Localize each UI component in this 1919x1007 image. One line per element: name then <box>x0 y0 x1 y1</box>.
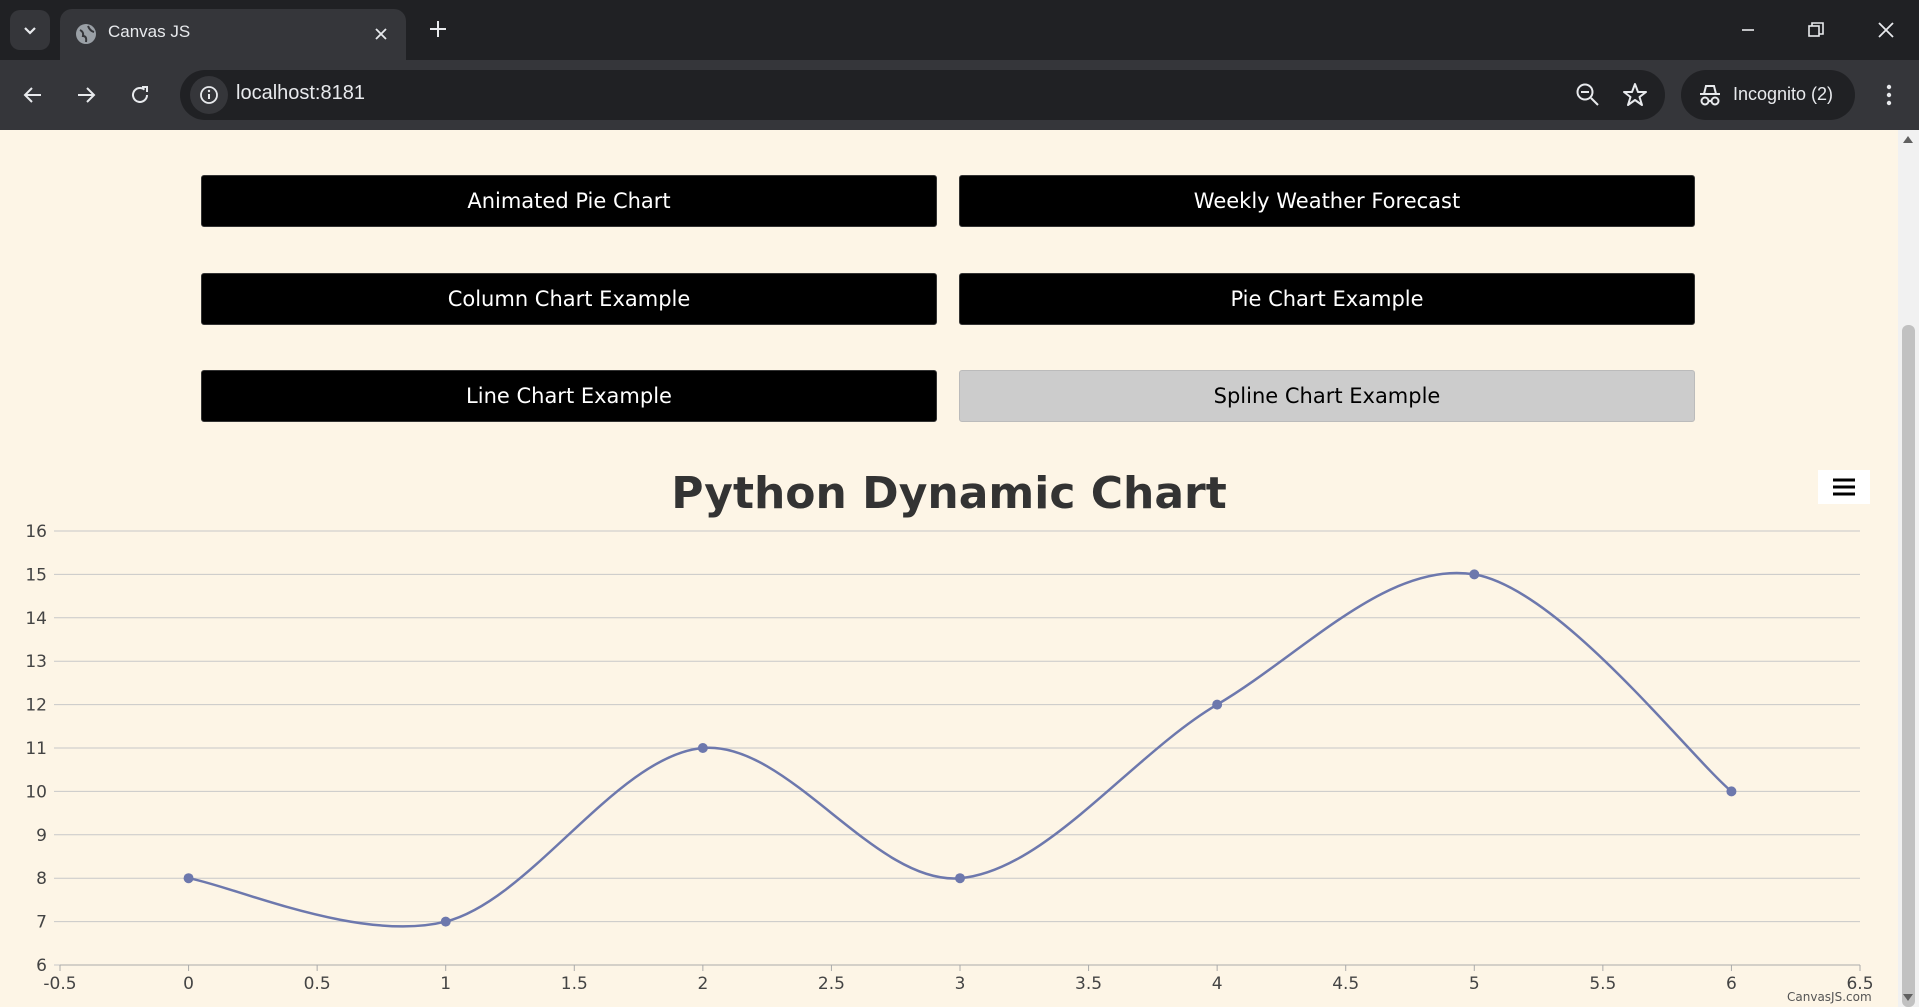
address-bar[interactable]: localhost:8181 <box>180 70 1665 120</box>
data-point <box>183 873 194 884</box>
tab-close-button[interactable] <box>370 23 392 45</box>
chevron-down-icon <box>24 27 36 35</box>
x-tick-label: 1 <box>440 974 451 994</box>
close-icon <box>1878 22 1894 38</box>
incognito-label: Incognito (2) <box>1733 84 1834 104</box>
arrow-right-icon <box>78 87 96 103</box>
page-scrollbar[interactable] <box>1898 130 1919 1007</box>
tab-search-button[interactable] <box>10 10 50 50</box>
x-tick-label: 4.5 <box>1332 974 1359 994</box>
minimize-icon <box>1742 29 1754 31</box>
y-tick-label: 10 <box>25 782 47 802</box>
restore-button[interactable] <box>1790 10 1842 50</box>
y-tick-label: 7 <box>36 913 47 933</box>
x-tick-label: 0.5 <box>304 974 331 994</box>
data-point <box>440 916 451 927</box>
forward-button[interactable] <box>67 76 105 114</box>
minimize-button[interactable] <box>1722 10 1774 50</box>
incognito-indicator[interactable]: Incognito (2) <box>1681 70 1855 120</box>
tab-title: Canvas JS <box>108 22 191 41</box>
canvasjs-credit[interactable]: CanvasJS.com <box>1787 990 1872 1004</box>
browser-toolbar: localhost:8181 Incognito (2) <box>0 60 1919 130</box>
data-point <box>697 743 708 753</box>
globe-icon <box>76 24 96 44</box>
close-window-button[interactable] <box>1860 10 1912 50</box>
x-tick-label: 3.5 <box>1075 974 1102 994</box>
browser-tab[interactable]: Canvas JS <box>60 9 406 60</box>
y-tick-label: 9 <box>36 826 47 846</box>
x-tick-label: 5.5 <box>1589 974 1616 994</box>
info-icon <box>200 86 218 104</box>
plus-icon <box>430 21 446 37</box>
y-tick-label: 13 <box>25 652 47 672</box>
scroll-down-arrow-icon[interactable] <box>1903 994 1913 1001</box>
y-tick-label: 8 <box>36 869 47 889</box>
data-point <box>955 873 965 884</box>
site-info-button[interactable] <box>190 76 228 114</box>
reload-icon <box>132 86 148 103</box>
arrow-left-icon <box>23 87 41 103</box>
more-vertical-icon <box>1886 84 1892 106</box>
browser-menu-button[interactable] <box>1872 78 1906 112</box>
x-tick-label: -0.5 <box>43 974 76 994</box>
star-icon[interactable] <box>1621 81 1649 109</box>
x-tick-label: 3 <box>955 974 966 994</box>
tab-strip: Canvas JS <box>0 0 1919 60</box>
back-button[interactable] <box>14 76 52 114</box>
x-tick-label: 4 <box>1212 974 1223 994</box>
y-tick-label: 12 <box>25 696 47 716</box>
x-tick-label: 5 <box>1469 974 1480 994</box>
restore-icon <box>1808 22 1824 37</box>
y-tick-label: 15 <box>25 565 47 585</box>
reload-button[interactable] <box>121 76 159 114</box>
x-tick-label: 6 <box>1726 974 1737 994</box>
url-text[interactable]: localhost:8181 <box>236 82 365 105</box>
data-point <box>1469 569 1480 580</box>
incognito-icon <box>1700 85 1720 106</box>
y-tick-label: 11 <box>25 739 47 759</box>
y-tick-label: 16 <box>25 522 47 542</box>
x-tick-label: 2.5 <box>818 974 845 994</box>
y-tick-label: 14 <box>25 609 47 629</box>
zoom-out-icon[interactable] <box>1575 82 1601 108</box>
scroll-thumb[interactable] <box>1902 325 1915 1007</box>
x-tick-label: 0 <box>183 974 194 994</box>
y-tick-label: 6 <box>36 956 47 976</box>
data-point <box>1212 699 1223 710</box>
data-point <box>1726 786 1737 797</box>
spline-chart: 6 7 8 9 10 11 12 13 14 15 16 -0.5 0 0.5 1 1.5 2 2.5 3 3.5 4 4… <box>25 522 1873 994</box>
x-tick-label: 2 <box>697 974 708 994</box>
new-tab-button[interactable] <box>424 15 452 43</box>
x-tick-label: 1.5 <box>561 974 588 994</box>
close-icon <box>375 28 387 40</box>
scroll-up-arrow-icon[interactable] <box>1903 136 1913 143</box>
